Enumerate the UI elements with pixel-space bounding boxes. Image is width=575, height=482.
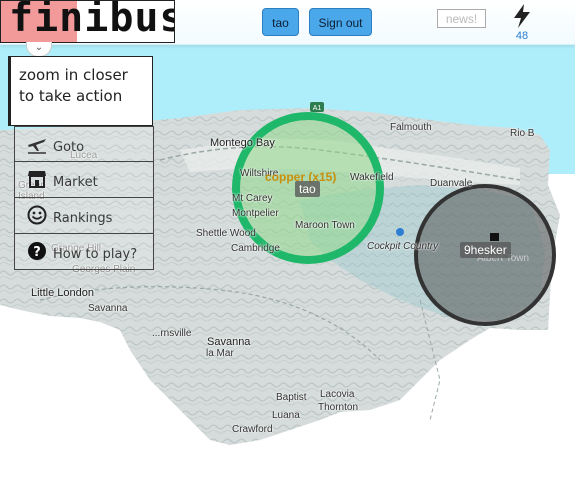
zoom-hint: zoom in closer to take action (8, 56, 153, 126)
location-marker[interactable] (396, 228, 404, 236)
place-wakefield: Wakefield (350, 172, 394, 183)
place-thornton: Thornton (318, 402, 359, 413)
energy-indicator[interactable]: 48 (510, 4, 534, 42)
user-button[interactable]: tao (262, 8, 299, 36)
place-maroon-town: Maroon Town (295, 220, 355, 231)
place-savanna-la-mar: Savanna (207, 336, 251, 348)
place-mt-carey: Mt Carey (232, 193, 273, 204)
lightning-icon (514, 4, 530, 28)
menu-label-market: Market (53, 175, 98, 190)
place-rio-b: Rio B (510, 128, 535, 139)
menu-label-rankings: Rankings (53, 211, 113, 226)
menu-item-how-to-play[interactable]: ? How to play? (14, 234, 154, 270)
place-montpelier: Montpelier (232, 208, 279, 219)
building-icon (490, 233, 499, 241)
energy-value: 48 (515, 30, 529, 42)
player-owner-tag[interactable]: tao (295, 181, 320, 197)
menu-label-goto: Goto (53, 140, 85, 155)
smiley-icon (27, 205, 47, 225)
storefront-icon (28, 171, 46, 188)
place-little-london: Little London (31, 287, 94, 299)
news-button[interactable]: news! (437, 9, 486, 28)
menu-item-goto[interactable]: Goto (14, 126, 154, 162)
signout-button[interactable]: Sign out (309, 8, 372, 36)
side-menu: Goto Market Rankings ? How to play? (14, 126, 154, 270)
logo-text: finibus (9, 0, 175, 41)
question-icon: ? (28, 242, 46, 260)
place-cambridge: Cambridge (231, 243, 280, 254)
airplane-icon (28, 139, 46, 154)
place-montego-bay: Montego Bay (210, 137, 275, 149)
svg-text:?: ? (33, 245, 41, 260)
place-crawford: Crawford (232, 424, 273, 435)
place-luana: Luana (272, 410, 300, 421)
top-bar: finibus tao Sign out news! 48 (0, 0, 575, 45)
menu-item-rankings[interactable]: Rankings (14, 198, 154, 234)
other-owner-tag[interactable]: 9hesker (460, 242, 511, 258)
menu-item-market[interactable]: Market (14, 162, 154, 198)
place-shettle-wood: Shettle Wood (196, 228, 256, 239)
highway-label: A1 (313, 105, 322, 112)
place-duanvale: Duanvale (430, 178, 473, 189)
logo[interactable]: finibus (0, 0, 175, 43)
place-baptist: Baptist (276, 392, 307, 403)
place-falmouth: Falmouth (390, 122, 432, 133)
place-cockpit-country: Cockpit Country (367, 241, 439, 252)
place-lacovia: Lacovia (320, 389, 355, 400)
menu-label-how-to-play: How to play? (53, 247, 138, 262)
place-la-mar: la Mar (206, 348, 234, 359)
place-savanna: Savanna (88, 303, 128, 314)
place-ferris: ...rnsville (152, 328, 192, 339)
